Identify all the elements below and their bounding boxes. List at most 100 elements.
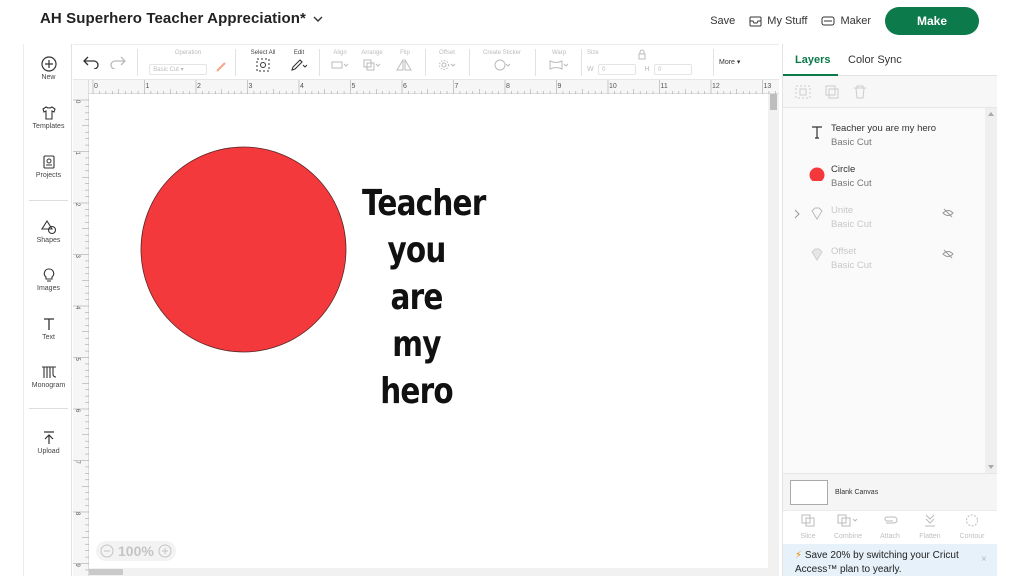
maker-button[interactable]: Maker (821, 15, 871, 27)
toolbar-divider (235, 49, 236, 76)
scroll-up-icon[interactable] (988, 112, 994, 116)
toolbar-divider (581, 49, 582, 76)
pen-color-icon[interactable] (215, 61, 227, 73)
align-control[interactable]: Align (327, 49, 353, 76)
ruler-label: 2 (74, 203, 80, 207)
arrange-icon (363, 59, 381, 71)
sidebar-item-templates[interactable]: Templates (24, 105, 73, 130)
promo-banner[interactable]: ⚡ Save 20% by switching your Cricut Acce… (783, 544, 997, 576)
arrange-control[interactable]: Arrange (357, 49, 387, 76)
list-item[interactable]: Unite Basic Cut (783, 200, 985, 236)
slice-button[interactable]: Slice (793, 514, 823, 540)
flatten-button[interactable]: Flatten (915, 514, 945, 540)
scroll-thumb[interactable] (770, 94, 777, 110)
hidden-eye-icon[interactable] (942, 208, 954, 218)
zoom-out-icon[interactable] (100, 544, 114, 558)
align-icon (331, 61, 349, 69)
left-sidebar: New Templates Projects Shapes Images Tex… (23, 44, 72, 576)
width-input[interactable]: 0 (598, 64, 637, 75)
artwork-text[interactable]: Teacher you are my hero (361, 180, 486, 415)
warp-control[interactable]: Warp (543, 49, 575, 76)
sidebar-item-monogram[interactable]: Monogram (24, 364, 73, 389)
list-item[interactable]: Teacher you are my hero Basic Cut (783, 118, 985, 154)
ruler-ticks: 0 1 2 3 4 5 6 7 8 9 (73, 99, 89, 571)
upload-icon (43, 431, 54, 444)
sidebar-item-projects[interactable]: Projects (24, 154, 73, 179)
sidebar-item-images[interactable]: Images (24, 267, 73, 292)
my-stuff-button[interactable]: My Stuff (749, 15, 807, 27)
sidebar-item-text[interactable]: Text (24, 316, 73, 341)
warp-icon (549, 60, 569, 70)
attach-button[interactable]: Attach (875, 514, 905, 540)
toolbar-divider (469, 49, 470, 76)
duplicate-icon[interactable] (824, 85, 840, 99)
ruler-label: 8 (74, 512, 80, 516)
list-item[interactable]: Offset Basic Cut (783, 241, 985, 277)
combine-button[interactable]: Combine (833, 514, 863, 540)
design-canvas[interactable]: 0 1 2 3 4 5 6 7 8 9 10 11 12 13 0123456789 Teacher yo… (73, 80, 779, 576)
ruler-label: 4 (300, 83, 304, 90)
panel-tabs: Layers Color Sync (783, 44, 997, 76)
scroll-down-icon[interactable] (988, 465, 994, 469)
sidebar-item-upload[interactable]: Upload (24, 430, 73, 455)
select-all-control[interactable]: Select All (243, 49, 283, 77)
list-item[interactable]: Circle Basic Cut (783, 159, 985, 195)
chevron-down-icon (313, 16, 323, 22)
height-input[interactable]: 0 (654, 64, 693, 75)
undo-icon[interactable] (83, 55, 99, 69)
ruler-label: 6 (74, 409, 80, 413)
layers-scrollbar[interactable] (985, 108, 997, 473)
close-icon[interactable]: × (981, 554, 987, 565)
layers-panel: Layers Color Sync Teacher you are my her… (782, 44, 997, 576)
vertical-scrollbar[interactable] (768, 94, 779, 576)
scroll-thumb[interactable] (89, 569, 123, 575)
lock-icon[interactable] (637, 49, 647, 60)
project-title: AH Superhero Teacher Appreciation* (40, 10, 306, 27)
ruler-vertical: 0 1 2 3 4 5 6 7 8 9 (73, 80, 89, 576)
horizontal-scrollbar[interactable] (89, 568, 768, 576)
machine-icon (821, 16, 835, 26)
canvas-swatch[interactable] (790, 480, 828, 505)
ruler-label: 10 (609, 83, 617, 90)
operation-control[interactable]: Operation Basic Cut ▾ (147, 49, 229, 76)
zoom-level: 100% (118, 543, 154, 559)
ruler-label: 11 (661, 83, 668, 90)
ruler-label: 3 (249, 83, 253, 90)
ruler-label: 13 (764, 83, 772, 90)
delete-icon[interactable] (852, 85, 868, 99)
text-icon (43, 318, 54, 330)
chevron-right-icon[interactable] (793, 209, 801, 219)
contour-button[interactable]: Contour (957, 514, 987, 540)
redo-icon[interactable] (110, 55, 126, 69)
artwork-text-line: Teacher (361, 183, 486, 224)
slice-icon (801, 514, 815, 527)
offset-control[interactable]: Offset (433, 49, 461, 76)
circle-shape[interactable] (140, 146, 347, 353)
more-button[interactable]: More ▾ (719, 58, 740, 66)
flip-icon (396, 58, 412, 71)
ruler-label: 3 (74, 255, 80, 259)
flip-control[interactable]: Flip (393, 49, 417, 76)
group-icon[interactable] (795, 85, 811, 99)
header: AH Superhero Teacher Appreciation* Save … (0, 0, 1024, 44)
operation-select[interactable]: Basic Cut ▾ (149, 64, 208, 75)
edit-control[interactable]: Edit (285, 49, 313, 77)
tab-color-sync[interactable]: Color Sync (848, 54, 902, 66)
sidebar-item-shapes[interactable]: Shapes (24, 219, 73, 244)
ruler-label: 12 (712, 83, 720, 90)
zoom-in-icon[interactable] (158, 544, 172, 558)
make-button[interactable]: Make (885, 7, 979, 35)
create-sticker-control[interactable]: Create Sticker (475, 49, 529, 76)
lightning-icon: ⚡ (795, 550, 803, 561)
blank-canvas-row[interactable]: Blank Canvas (783, 473, 997, 510)
save-button[interactable]: Save (710, 15, 735, 27)
project-title-menu[interactable]: AH Superhero Teacher Appreciation* (40, 10, 324, 27)
toolbar-divider (535, 49, 536, 76)
tab-layers[interactable]: Layers (795, 54, 830, 66)
toolbar-divider (425, 49, 426, 76)
hidden-eye-icon[interactable] (942, 249, 954, 259)
sidebar-item-new[interactable]: New (24, 56, 73, 81)
ruler-label: 2 (197, 83, 201, 90)
diamond-icon (811, 207, 823, 220)
ruler-horizontal: 0 1 2 3 4 5 6 7 8 9 10 11 12 13 (89, 80, 779, 94)
